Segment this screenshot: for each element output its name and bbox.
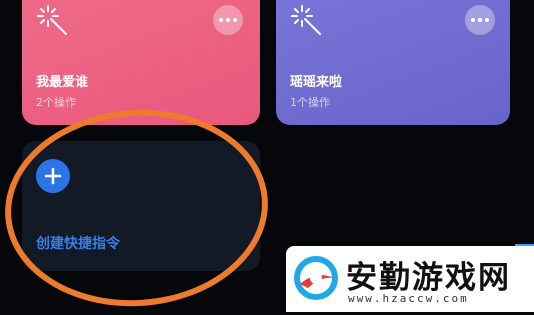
shortcut-card-2[interactable]: 瑶瑶来啦 1个操作	[276, 0, 510, 125]
shortcut-action-count: 1个操作	[290, 96, 330, 109]
shortcut-title: 我最爱谁	[36, 75, 89, 90]
site-watermark: 安勤游戏网 www.hzaccw.com	[286, 246, 534, 312]
add-shortcut-button[interactable]	[36, 159, 70, 193]
watermark-url: www.hzaccw.com	[348, 292, 469, 305]
magic-wand-icon	[291, 5, 321, 35]
watermark-logo-icon	[294, 256, 338, 300]
magic-wand-icon	[37, 5, 67, 35]
create-shortcut-card[interactable]: 创建快捷指令	[22, 141, 260, 271]
create-shortcut-label[interactable]: 创建快捷指令	[36, 233, 120, 253]
shortcut-card-1[interactable]: 我最爱谁 2个操作	[22, 0, 260, 125]
more-options-button[interactable]	[465, 5, 495, 35]
plus-icon	[44, 167, 62, 185]
shortcut-action-count: 2个操作	[36, 96, 76, 109]
shortcut-title: 瑶瑶来啦	[290, 75, 343, 90]
watermark-site-name: 安勤游戏网	[346, 260, 511, 296]
more-options-button[interactable]	[213, 5, 243, 35]
